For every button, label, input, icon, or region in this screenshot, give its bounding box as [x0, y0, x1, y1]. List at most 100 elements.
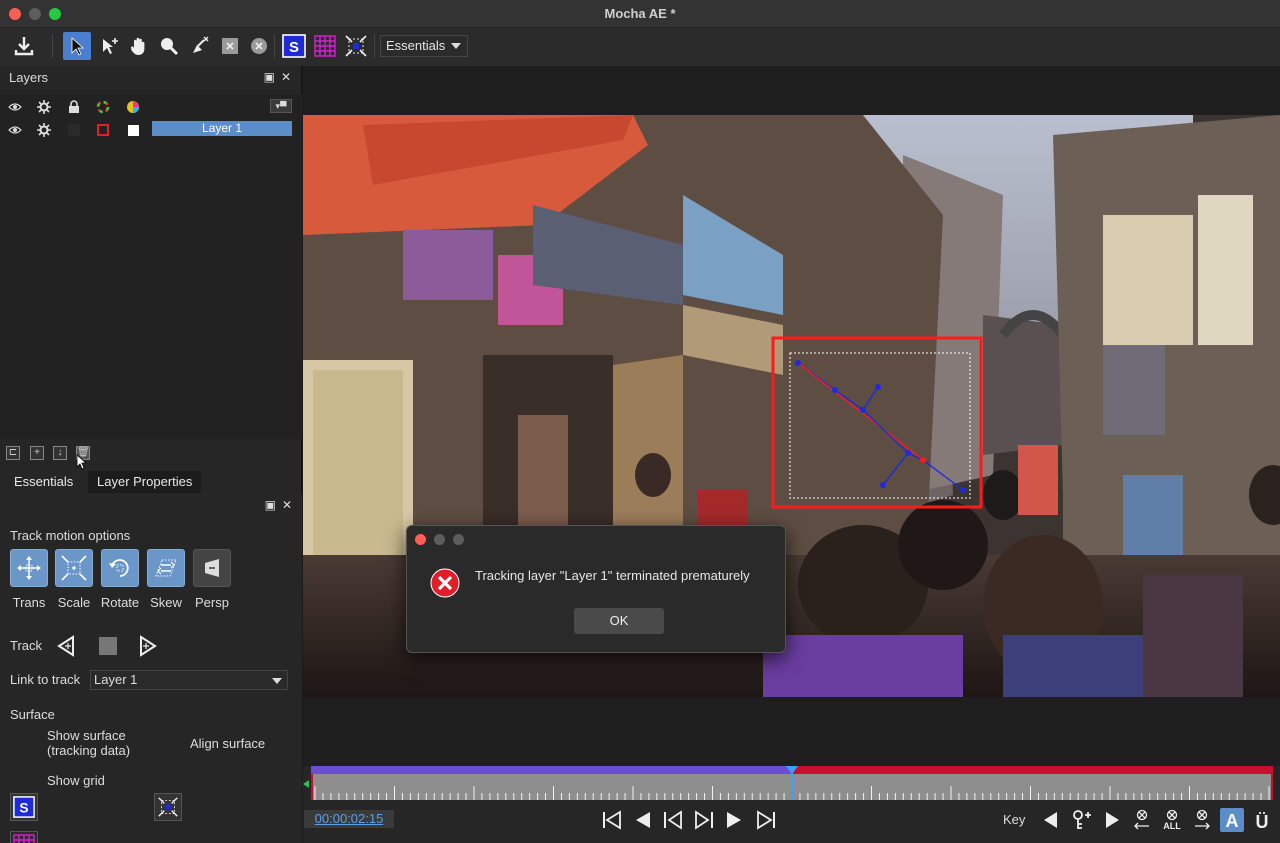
viewer-canvas[interactable]: [303, 66, 1280, 766]
scale-label: Scale: [57, 595, 91, 610]
add-point-icon[interactable]: [96, 32, 124, 60]
close-panel-icon[interactable]: ✕: [281, 70, 291, 84]
window-title: Mocha AE *: [604, 6, 676, 21]
svg-text:A: A: [1226, 811, 1239, 830]
mouse-cursor-icon: [76, 454, 88, 470]
layer-lock-toggle[interactable]: [66, 122, 82, 138]
surface-label: Surface: [10, 707, 55, 722]
add-layer-icon[interactable]: +: [30, 446, 44, 460]
timeline: 00:00:02:15 Key ALL A Ü: [303, 766, 1280, 843]
pen-icon[interactable]: [186, 32, 214, 60]
show-surface-line1: Show surface: [47, 728, 126, 743]
track-backwards-button[interactable]: [55, 635, 77, 657]
svg-text:S: S: [19, 801, 28, 816]
skew-label: Skew: [150, 595, 182, 610]
add-keyframe-icon[interactable]: [1070, 808, 1094, 832]
error-icon: [430, 568, 460, 598]
stop-tracking-button[interactable]: [97, 635, 119, 657]
layer-options-button[interactable]: ▾▀: [270, 99, 292, 113]
trans-button[interactable]: [10, 549, 48, 587]
untracked-range-bar: [792, 766, 1273, 774]
go-to-start-icon[interactable]: [600, 808, 624, 832]
workspace-dropdown[interactable]: Essentials: [380, 35, 468, 57]
chevron-down-icon: [451, 43, 461, 49]
key-label: Key: [1003, 812, 1026, 827]
go-to-end-icon[interactable]: [754, 808, 778, 832]
track-motion-options-label: Track motion options: [10, 528, 131, 543]
show-surface-icon[interactable]: S: [10, 793, 38, 821]
workspace-value: Essentials: [386, 38, 446, 53]
step-back-icon[interactable]: [631, 808, 655, 832]
matte-color-icon[interactable]: [125, 99, 141, 115]
essentials-panel: ▣ ✕ Track motion options Trans Scale Rota…: [0, 494, 302, 843]
zoom-icon[interactable]: [155, 32, 183, 60]
delete-keys-after-icon[interactable]: [1190, 808, 1214, 832]
track-forwards-button[interactable]: [137, 635, 159, 657]
pan-hand-icon[interactable]: [125, 32, 153, 60]
eye-icon[interactable]: [7, 99, 23, 115]
float-panel-icon[interactable]: ▣: [265, 498, 276, 512]
lock-icon[interactable]: [66, 99, 82, 115]
link-to-track-label: Link to track: [10, 672, 81, 687]
update-keys-icon[interactable]: Ü: [1250, 808, 1274, 832]
layer-process-cog-icon[interactable]: [36, 122, 52, 138]
play-backwards-icon[interactable]: [661, 808, 685, 832]
layers-header: ▾▀: [0, 96, 302, 118]
new-folder-icon[interactable]: ⊏: [6, 446, 20, 460]
surface-toggle-icon[interactable]: S: [280, 32, 308, 60]
tab-layer-properties[interactable]: Layer Properties: [88, 471, 202, 493]
layer-visibility-eye-icon[interactable]: [7, 122, 23, 138]
show-grid-icon[interactable]: [10, 831, 38, 843]
cog-icon[interactable]: [36, 99, 52, 115]
duplicate-layer-icon[interactable]: ↓: [53, 446, 67, 460]
next-keyframe-icon[interactable]: [1100, 808, 1124, 832]
layer-name[interactable]: Layer 1: [152, 121, 292, 136]
show-grid-label[interactable]: Show grid: [47, 773, 105, 788]
float-panel-icon[interactable]: ▣: [264, 70, 275, 84]
timeline-track[interactable]: [303, 766, 1280, 806]
step-forward-icon[interactable]: [722, 808, 746, 832]
skew-button[interactable]: [147, 549, 185, 587]
layer-matte-swatch[interactable]: [125, 122, 141, 138]
layer-color-swatch[interactable]: [95, 122, 111, 138]
show-surface-line2: (tracking data): [47, 743, 131, 758]
chevron-down-icon: [272, 678, 282, 684]
auto-key-icon[interactable]: A: [1220, 808, 1244, 832]
prev-keyframe-icon[interactable]: [1039, 808, 1063, 832]
title-bar: Mocha AE *: [0, 0, 1280, 28]
track-label: Track: [10, 638, 43, 653]
svg-text:Ü: Ü: [1256, 812, 1269, 831]
rotate-button[interactable]: [101, 549, 139, 587]
persp-button[interactable]: [193, 549, 231, 587]
start-marker: [303, 780, 309, 788]
layers-panel-controls: ▣ ✕: [258, 70, 291, 84]
panel-tabs: Essentials Layer Properties: [0, 470, 302, 494]
close-panel-icon[interactable]: ✕: [282, 498, 292, 512]
bezier-icon[interactable]: [245, 32, 273, 60]
timecode-display[interactable]: 00:00:02:15: [304, 810, 394, 828]
in-point-marker: [311, 774, 313, 800]
out-point-marker: [1271, 774, 1273, 800]
color-ring-icon[interactable]: [95, 99, 111, 115]
tab-essentials[interactable]: Essentials: [5, 471, 82, 493]
link-to-track-dropdown[interactable]: Layer 1: [90, 670, 288, 690]
layer-buttons-bar: ⊏ + ↓ 🗑: [0, 444, 302, 470]
select-arrow-icon[interactable]: [63, 32, 91, 60]
layer-row[interactable]: Layer 1: [0, 119, 302, 141]
x-spline-icon[interactable]: [216, 32, 244, 60]
grid-toggle-icon[interactable]: [311, 32, 339, 60]
delete-keys-before-icon[interactable]: [1130, 808, 1154, 832]
delete-all-keys-icon[interactable]: ALL: [1160, 808, 1184, 832]
persp-label: Persp: [195, 595, 229, 610]
align-surface-label[interactable]: Align surface: [190, 736, 265, 751]
dialog-close-button[interactable]: [415, 534, 426, 545]
export-icon[interactable]: [10, 32, 38, 60]
align-surface-icon[interactable]: [154, 793, 182, 821]
show-surface-text[interactable]: Show surface (tracking data): [47, 728, 130, 758]
ok-button[interactable]: OK: [574, 608, 664, 634]
play-forwards-icon[interactable]: [692, 808, 716, 832]
layers-list: ▾▀ Layer 1: [0, 94, 302, 439]
align-surface-icon[interactable]: [342, 32, 370, 60]
essentials-panel-controls: ▣ ✕: [259, 498, 292, 512]
scale-button[interactable]: [55, 549, 93, 587]
